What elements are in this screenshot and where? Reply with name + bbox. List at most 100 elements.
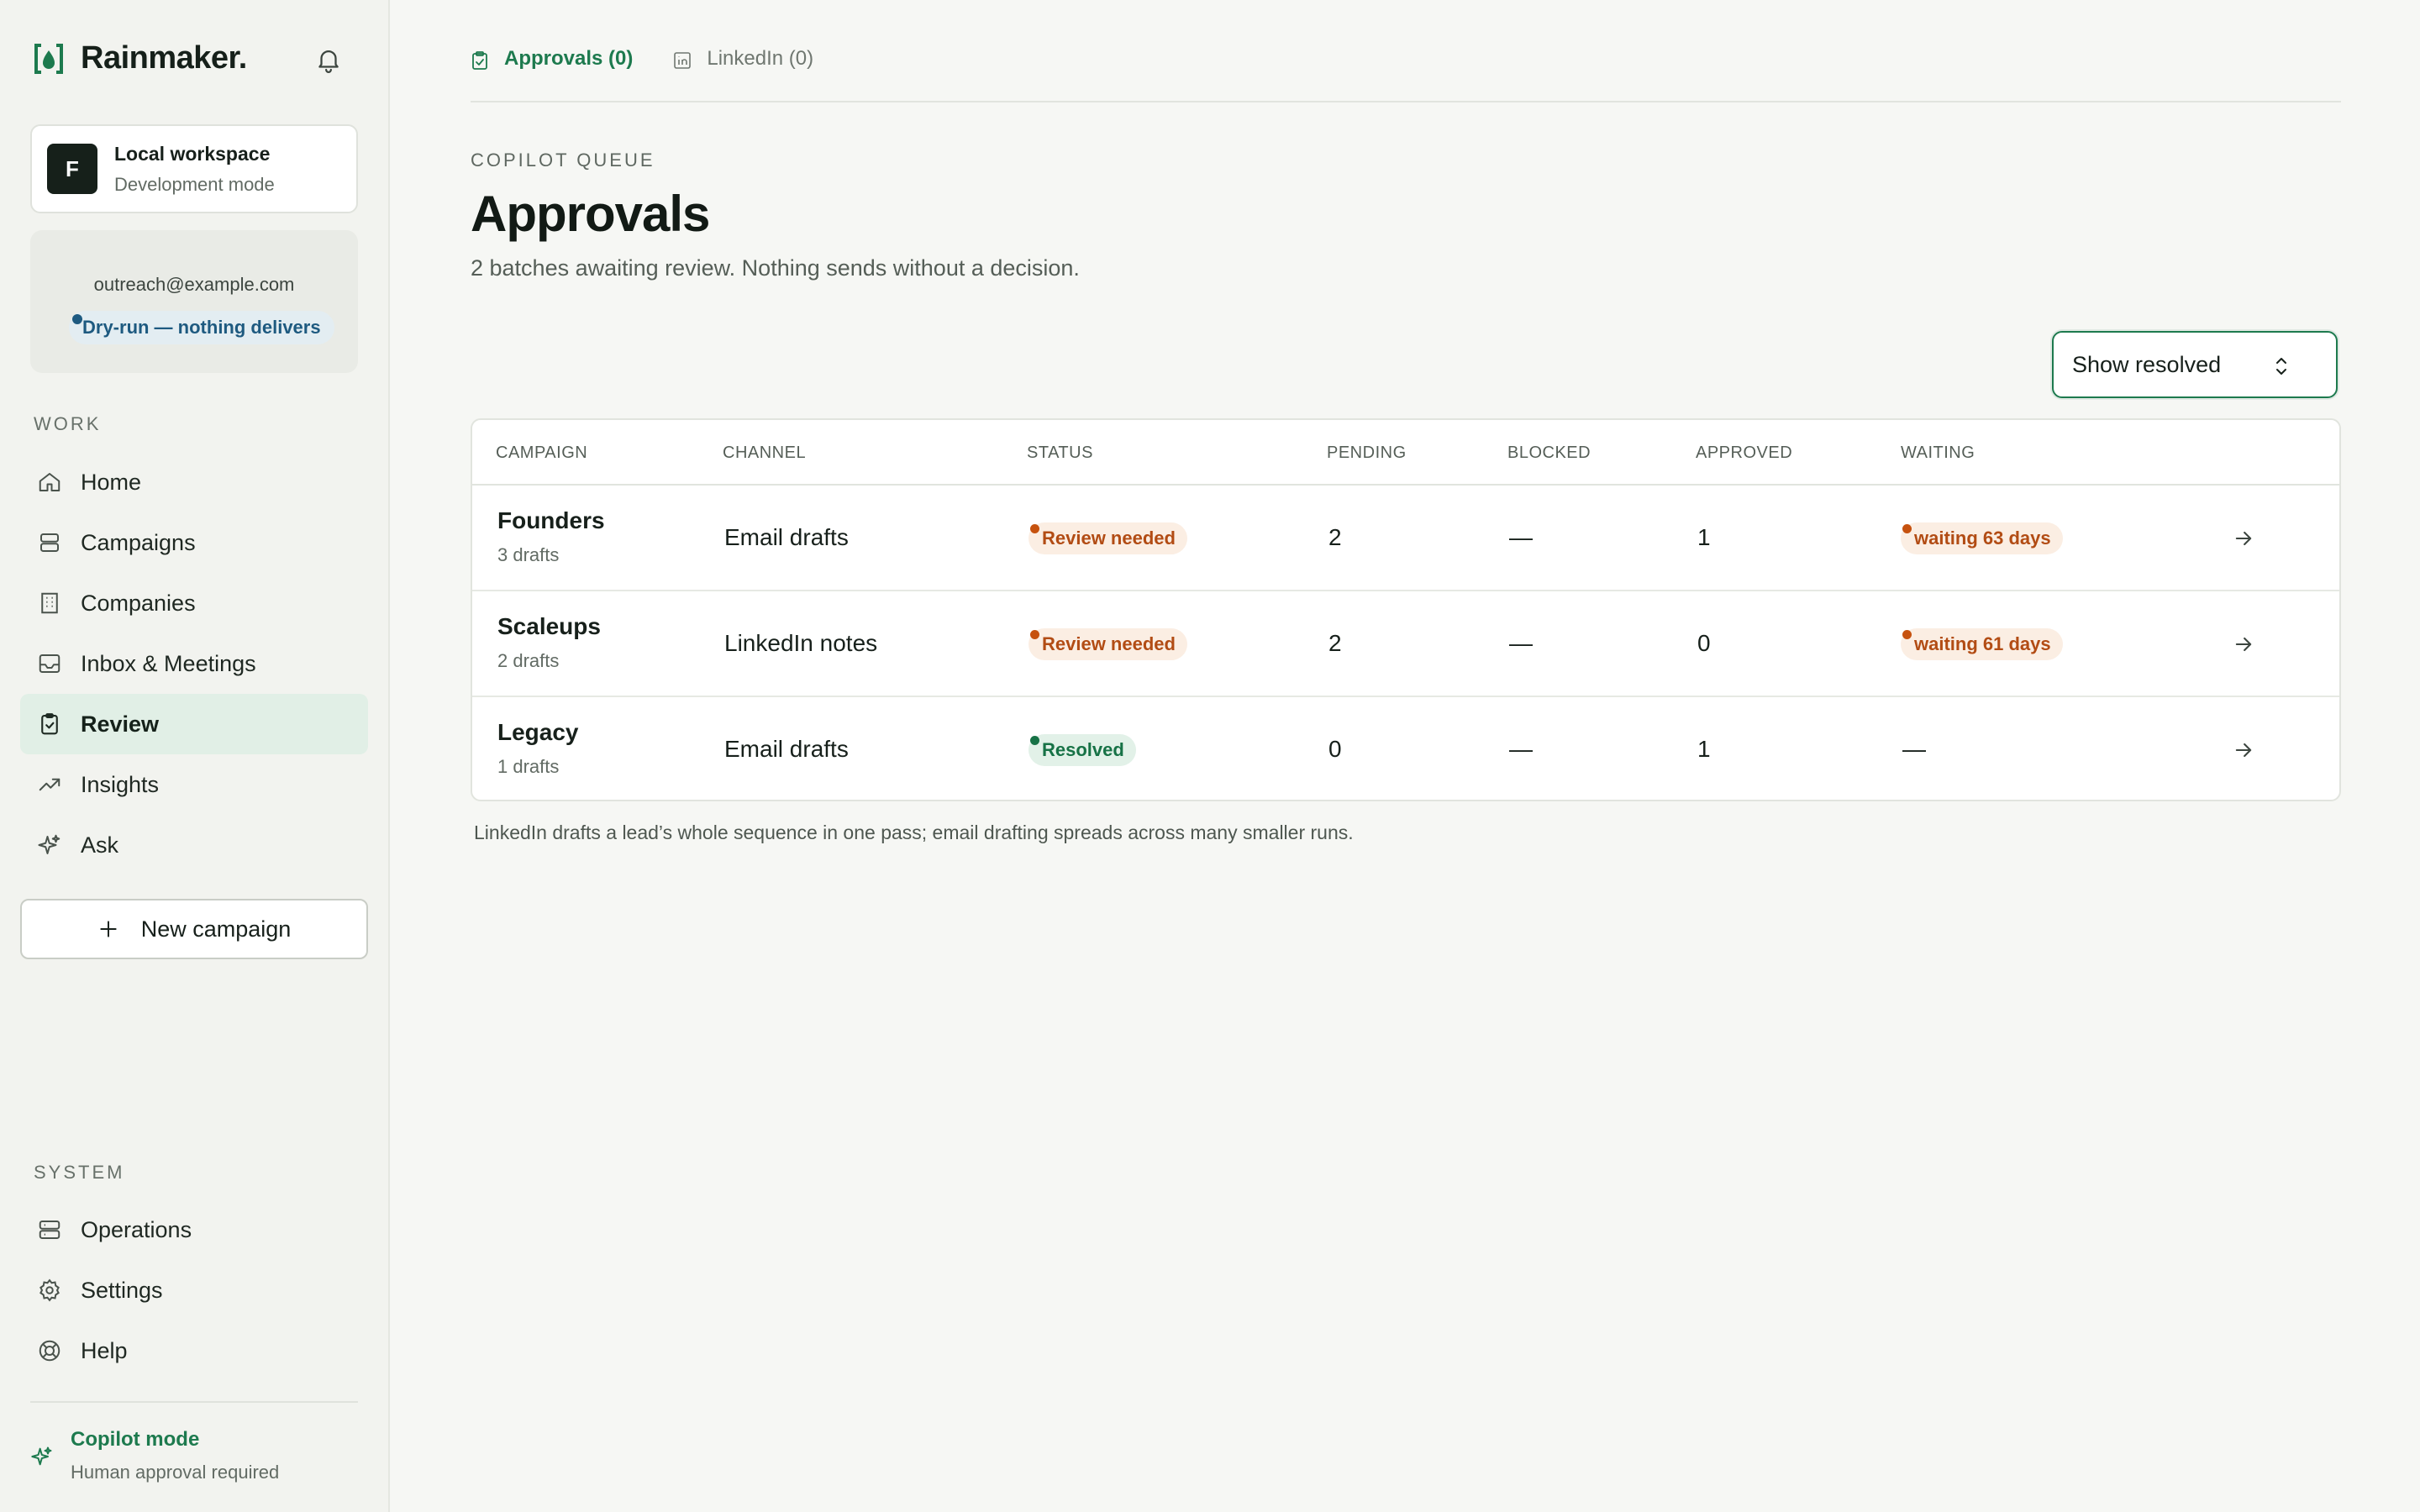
arrow-right-icon[interactable] (2232, 527, 2255, 550)
arrow-right-icon[interactable] (2232, 738, 2255, 762)
page-title: Approvals (471, 186, 710, 242)
resolved-filter-select[interactable]: Show resolved (2052, 331, 2338, 398)
nav-label: Help (81, 1337, 128, 1363)
sidebar-divider (30, 1401, 358, 1403)
nav-item-operations[interactable]: Operations (20, 1200, 368, 1260)
chevron-up-down-icon (2276, 358, 2286, 375)
nav-item-settings[interactable]: Settings (20, 1260, 368, 1320)
page-eyebrow: COPILOT QUEUE (471, 150, 655, 171)
nav-item-companies[interactable]: Companies (20, 573, 368, 633)
status-badge: Resolved (1028, 734, 1136, 766)
campaign-name: Scaleups (497, 613, 601, 639)
linkedin-icon (674, 52, 692, 69)
new-campaign-button[interactable]: New campaign (20, 899, 368, 959)
column-header: APPROVED (1696, 444, 1793, 462)
tab-label: Approvals (0) (504, 47, 634, 70)
column-header: BLOCKED (1507, 444, 1591, 462)
sparkles-icon (31, 1446, 52, 1466)
nav-item-help[interactable]: Help (20, 1320, 368, 1381)
column-header: WAITING (1901, 444, 1975, 462)
sender-card: outreach@example.com Dry-run — nothing d… (30, 230, 358, 373)
sender-email: outreach@example.com (93, 274, 295, 295)
nav-item-review[interactable]: Review (20, 694, 368, 754)
approved-count: 1 (1697, 524, 1711, 550)
status-label: Review needed (1042, 633, 1176, 654)
nav-label: Ask (81, 832, 119, 858)
workspace-mode: Development mode (114, 173, 275, 195)
approved-count: 0 (1697, 630, 1711, 656)
table-row[interactable]: Legacy 1 drafts Email drafts Resolved 0 … (472, 697, 2339, 800)
draft-count: 3 drafts (497, 544, 560, 565)
inbox-icon (39, 654, 60, 673)
brand[interactable]: Rainmaker. (34, 40, 247, 76)
tab-approvals[interactable]: Approvals (0) (471, 47, 633, 101)
nav-label: Operations (81, 1216, 192, 1242)
nav-item-insights[interactable]: Insights (20, 754, 368, 815)
trend-icon (39, 778, 60, 791)
status-dot (1030, 736, 1039, 745)
nav-section-system: SYSTEM (34, 1162, 125, 1183)
status-dot (1030, 524, 1039, 533)
status-dot (1902, 630, 1912, 639)
page-subtitle: 2 batches awaiting review. Nothing sends… (471, 255, 1080, 281)
waiting-label: waiting 61 days (1914, 633, 2051, 654)
nav-section-work: WORK (34, 413, 102, 434)
stack-icon (40, 533, 59, 552)
copilot-subtitle: Human approval required (71, 1462, 280, 1483)
nav-item-home[interactable]: Home (20, 452, 368, 512)
workspace-name: Local workspace (114, 142, 271, 165)
blocked-count: — (1509, 524, 1533, 550)
draft-count: 2 drafts (497, 650, 560, 671)
building-icon (41, 592, 58, 614)
campaign-name: Legacy (497, 719, 579, 745)
status-label: Review needed (1042, 528, 1176, 549)
column-header: CAMPAIGN (496, 444, 588, 462)
status-badge: Review needed (1028, 522, 1187, 554)
nav-label: Insights (81, 771, 160, 797)
nav-label: Inbox & Meetings (81, 650, 256, 676)
arrow-right-icon[interactable] (2232, 633, 2255, 656)
gear-icon (39, 1278, 60, 1302)
tab-linkedin[interactable]: LinkedIn (0) (673, 47, 813, 101)
status-dot (72, 314, 82, 324)
approvals-table: CAMPAIGN CHANNEL STATUS PENDING BLOCKED … (471, 418, 2341, 801)
server-icon (39, 1221, 60, 1239)
table-row[interactable]: Scaleups 2 drafts LinkedIn notes Review … (472, 591, 2339, 697)
column-header: PENDING (1327, 444, 1407, 462)
waiting-label: waiting 63 days (1914, 528, 2051, 549)
blocked-count: — (1509, 630, 1533, 656)
table-row[interactable]: Founders 3 drafts Email drafts Review ne… (472, 486, 2339, 591)
table-header: CAMPAIGN CHANNEL STATUS PENDING BLOCKED … (472, 420, 2339, 486)
brand-name: Rainmaker. (81, 40, 247, 76)
nav-label: Campaigns (81, 529, 196, 555)
status-dot (1030, 630, 1039, 639)
nav-label: Companies (81, 590, 196, 616)
bell-icon[interactable] (314, 45, 343, 74)
tab-bar: Approvals (0) LinkedIn (0) (471, 47, 2341, 102)
nav-item-inbox-meetings[interactable]: Inbox & Meetings (20, 633, 368, 694)
campaign-name: Founders (497, 507, 605, 533)
pending-count: 0 (1328, 736, 1342, 762)
rainmaker-logo-icon (34, 43, 63, 74)
nav-item-ask[interactable]: Ask (20, 815, 368, 875)
channel: Email drafts (724, 524, 849, 550)
nav-label: Home (81, 469, 142, 495)
plus-icon (100, 921, 117, 937)
copilot-mode[interactable]: Copilot mode Human approval required (30, 1428, 279, 1483)
workspace-avatar: F (47, 144, 97, 194)
status-label: Resolved (1042, 739, 1124, 760)
nav-item-campaigns[interactable]: Campaigns (20, 512, 368, 573)
select-value: Show resolved (2072, 351, 2222, 377)
sparkles-icon (38, 834, 60, 854)
status-badge: Review needed (1028, 628, 1187, 660)
new-campaign-label: New campaign (140, 916, 292, 942)
sidebar: Rainmaker. F Local workspace Development… (0, 0, 390, 1512)
approved-count: 1 (1697, 736, 1711, 762)
clipboard-check-icon (472, 51, 487, 70)
pending-count: 2 (1328, 630, 1342, 656)
workspace-switcher[interactable]: F Local workspace Development mode (30, 124, 358, 213)
clipboard-check-icon (41, 713, 58, 735)
blocked-count: — (1509, 736, 1533, 762)
dry-run-badge: Dry-run — nothing delivers (69, 311, 334, 344)
draft-count: 1 drafts (497, 756, 560, 777)
